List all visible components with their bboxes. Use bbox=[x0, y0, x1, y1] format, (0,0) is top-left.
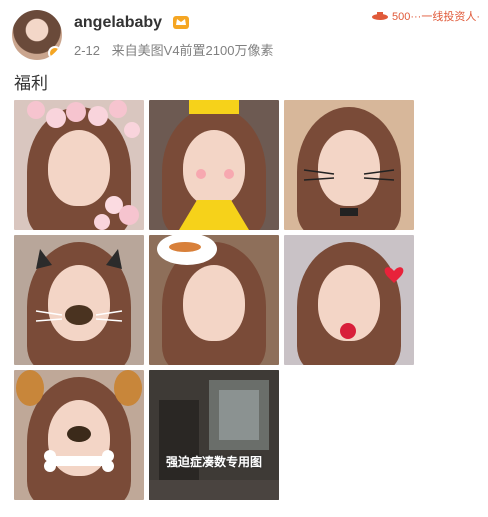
image-caption: 强迫症凑数专用图 bbox=[165, 455, 262, 469]
yellow-ears-icon bbox=[179, 100, 249, 230]
image-thumb-2[interactable] bbox=[149, 100, 279, 230]
image-thumb-6[interactable] bbox=[284, 235, 414, 365]
username-link[interactable]: angelababy bbox=[74, 14, 162, 32]
post-text: 福利 bbox=[14, 74, 48, 93]
user-avatar[interactable] bbox=[12, 10, 62, 60]
verified-badge-icon bbox=[48, 46, 62, 60]
vip-crown-icon[interactable] bbox=[172, 14, 190, 30]
image-thumb-4[interactable] bbox=[14, 235, 144, 365]
post-meta: 2-12 来自美图V4前置2100万像素 bbox=[74, 40, 273, 59]
watermark: 500···一线投资人· bbox=[371, 8, 480, 24]
post-date[interactable]: 2-12 bbox=[74, 43, 100, 58]
post-source: 来自美图V4前置2100万像素 bbox=[111, 43, 274, 58]
cat-whiskers-icon bbox=[303, 169, 395, 216]
hearts-icon bbox=[340, 267, 404, 339]
watermark-text: 500···一线投资人· bbox=[391, 11, 480, 23]
image-thumb-1[interactable] bbox=[14, 100, 144, 230]
image-thumb-7[interactable] bbox=[14, 370, 144, 500]
interior-scene bbox=[149, 370, 279, 500]
image-thumb-5[interactable] bbox=[149, 235, 279, 365]
hotdog-bubble-icon bbox=[157, 235, 217, 265]
image-thumb-3[interactable] bbox=[284, 100, 414, 230]
dog-ears-icon bbox=[35, 249, 123, 325]
puppy-bone-icon bbox=[16, 370, 142, 472]
flower-crown-icon bbox=[27, 100, 140, 230]
watermark-logo-icon bbox=[371, 12, 388, 20]
image-thumb-8[interactable]: 强迫症凑数专用图 bbox=[149, 370, 279, 500]
